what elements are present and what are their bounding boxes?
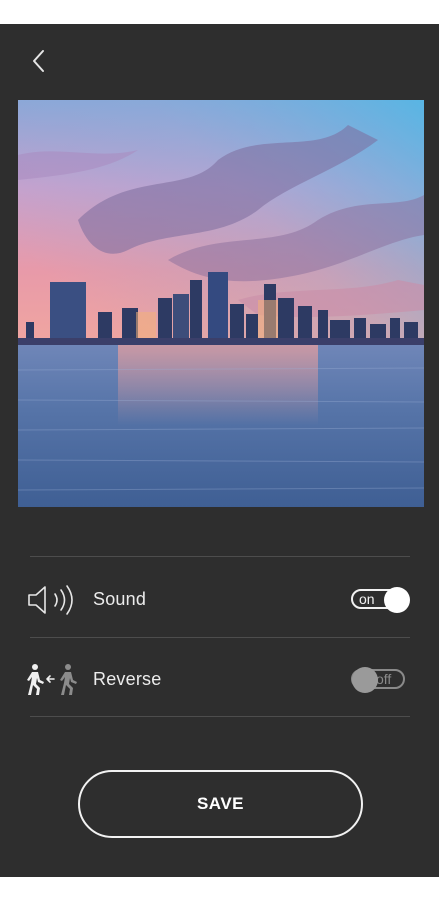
divider	[30, 716, 410, 717]
sound-toggle[interactable]: on	[351, 587, 410, 613]
sound-setting-row: Sound on	[0, 561, 439, 639]
preview-image	[18, 100, 424, 507]
sound-label: Sound	[93, 589, 147, 609]
reverse-toggle-state: off	[376, 671, 392, 687]
save-button[interactable]: SAVE	[78, 770, 363, 838]
back-button[interactable]	[24, 46, 54, 76]
walk-reverse-icon	[26, 663, 80, 697]
reverse-setting-row: Reverse off	[0, 641, 439, 719]
chevron-left-icon	[33, 50, 44, 72]
divider	[30, 556, 410, 557]
reverse-toggle[interactable]: off	[351, 667, 409, 693]
reverse-label: Reverse	[93, 669, 162, 689]
video-settings-screen: Sound on Reverse off SAVE	[0, 24, 439, 877]
sound-toggle-knob	[384, 587, 410, 613]
sound-toggle-state: on	[359, 591, 375, 607]
reverse-toggle-knob	[352, 667, 378, 693]
speaker-icon	[26, 583, 80, 617]
divider	[30, 637, 410, 638]
